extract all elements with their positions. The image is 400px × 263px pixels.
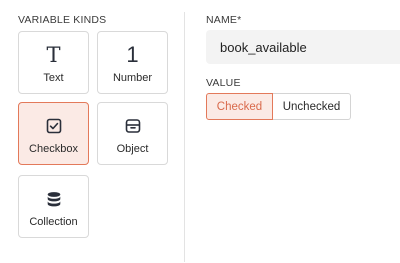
- kind-tile-label: Text: [43, 72, 64, 84]
- checkbox-icon: [46, 115, 62, 137]
- variable-kinds-heading: VARIABLE KINDS: [18, 14, 107, 26]
- database-icon: [46, 188, 62, 210]
- value-option-checked[interactable]: Checked: [206, 93, 273, 120]
- kind-tile-text[interactable]: T Text: [18, 31, 89, 94]
- name-field-label: NAME*: [206, 14, 242, 26]
- text-T-icon: T: [46, 43, 61, 67]
- variable-name-input[interactable]: [206, 30, 400, 64]
- panel-divider: [184, 12, 185, 262]
- object-icon: [125, 115, 141, 137]
- kind-tile-checkbox[interactable]: Checkbox: [18, 102, 89, 165]
- kind-tile-collection[interactable]: Collection: [18, 175, 89, 238]
- number-1-icon: 1: [126, 42, 139, 67]
- kind-tile-label: Collection: [29, 216, 78, 228]
- kind-tile-number[interactable]: 1 Number: [97, 31, 168, 94]
- value-option-unchecked[interactable]: Unchecked: [273, 93, 351, 120]
- kind-tile-label: Object: [116, 143, 149, 155]
- kind-tile-label: Checkbox: [29, 143, 78, 155]
- value-field-label: VALUE: [206, 77, 241, 89]
- kind-tile-label: Number: [112, 72, 153, 84]
- kind-tile-object[interactable]: Object: [97, 102, 168, 165]
